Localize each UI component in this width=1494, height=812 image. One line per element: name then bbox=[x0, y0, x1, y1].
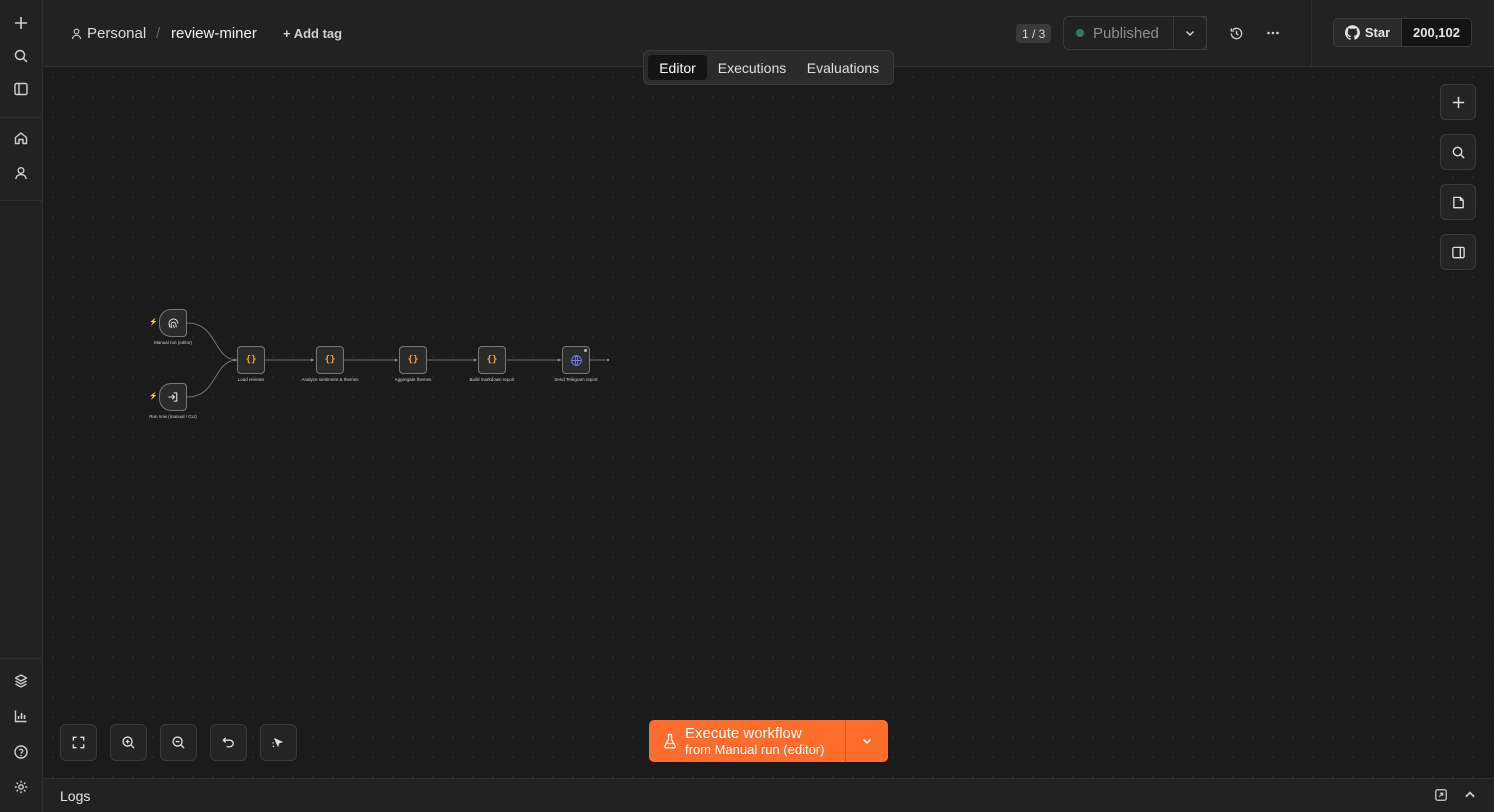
search-icon[interactable] bbox=[8, 43, 34, 69]
node-send-telegram-report[interactable] bbox=[562, 346, 590, 374]
user-icon bbox=[71, 28, 82, 40]
divider bbox=[0, 658, 42, 659]
fingerprint-icon bbox=[167, 317, 180, 330]
status-dot-icon bbox=[1076, 29, 1084, 37]
execute-from-label: from Manual run (editor) bbox=[685, 742, 824, 758]
fullscreen-icon bbox=[71, 735, 86, 750]
toggle-panel-button[interactable] bbox=[1440, 234, 1476, 270]
add-icon[interactable] bbox=[8, 10, 34, 36]
execute-workflow-main[interactable]: Execute workflow from Manual run (editor… bbox=[649, 720, 846, 762]
divider bbox=[0, 200, 42, 201]
arrow-head bbox=[558, 358, 561, 362]
zoom-in-button[interactable] bbox=[110, 724, 147, 761]
github-star-label: Star bbox=[1364, 25, 1391, 40]
node-label: Run now (manual / CLI) bbox=[149, 414, 197, 419]
tab-evaluations[interactable]: Evaluations bbox=[797, 55, 889, 80]
code-braces-icon: {} bbox=[486, 355, 498, 365]
workflow-canvas[interactable]: ⚡ ⚡ Manual run (editor) Run now (manual … bbox=[43, 67, 1494, 778]
node-label: Load reviews bbox=[237, 377, 265, 382]
node-badge-icon bbox=[584, 349, 587, 352]
more-options-icon[interactable] bbox=[1262, 22, 1284, 44]
node-label: Manual run (editor) bbox=[153, 340, 193, 345]
code-braces-icon: {} bbox=[407, 355, 419, 365]
node-load-reviews[interactable]: {} bbox=[237, 346, 265, 374]
node-connections bbox=[186, 322, 610, 398]
undo-icon bbox=[221, 735, 236, 750]
node-aggregate-themes[interactable]: {} bbox=[399, 346, 427, 374]
execute-workflow-button[interactable]: Execute workflow from Manual run (editor… bbox=[649, 720, 888, 762]
templates-icon[interactable] bbox=[8, 668, 34, 694]
zoom-out-icon bbox=[171, 735, 186, 750]
left-sidebar bbox=[0, 0, 43, 812]
sticky-note-icon bbox=[1451, 195, 1466, 210]
history-icon[interactable] bbox=[1225, 22, 1247, 44]
node-build-markdown-report[interactable]: {} bbox=[478, 346, 506, 374]
tab-executions[interactable]: Executions bbox=[711, 55, 793, 80]
node-manual-run-editor[interactable] bbox=[159, 309, 187, 337]
github-star-count: 200,102 bbox=[1402, 19, 1471, 46]
fit-view-button[interactable] bbox=[60, 724, 97, 761]
chevron-up-icon[interactable] bbox=[1463, 788, 1479, 804]
insights-chart-icon[interactable] bbox=[8, 703, 34, 729]
logs-panel[interactable]: Logs bbox=[43, 778, 1494, 812]
chevron-down-icon bbox=[1184, 27, 1196, 39]
publish-dropdown-button[interactable] bbox=[1173, 16, 1207, 50]
node-label: Analyze sentiment & themes bbox=[301, 377, 359, 382]
undo-button[interactable] bbox=[210, 724, 247, 761]
globe-icon bbox=[570, 354, 583, 367]
code-braces-icon: {} bbox=[245, 355, 257, 365]
wand-icon bbox=[271, 735, 286, 750]
node-label: Build markdown report bbox=[469, 377, 515, 382]
search-icon bbox=[1451, 145, 1466, 160]
search-nodes-button[interactable] bbox=[1440, 134, 1476, 170]
breadcrumb-project[interactable]: Personal bbox=[71, 0, 146, 67]
divider bbox=[0, 117, 42, 118]
add-sticky-note-button[interactable] bbox=[1440, 184, 1476, 220]
pop-out-icon[interactable] bbox=[1434, 788, 1450, 804]
arrow-head bbox=[395, 358, 398, 362]
toggle-sidebar-icon[interactable] bbox=[8, 76, 34, 102]
arrow-head bbox=[474, 358, 477, 362]
chevron-down-icon bbox=[861, 735, 873, 747]
node-label: Send Telegram report bbox=[554, 377, 598, 382]
publish-status-label: Published bbox=[1093, 24, 1159, 42]
code-braces-icon: {} bbox=[324, 355, 336, 365]
node-analyze-sentiment[interactable]: {} bbox=[316, 346, 344, 374]
trigger-bolt-icon: ⚡ bbox=[149, 393, 158, 400]
tab-editor[interactable]: Editor bbox=[648, 55, 707, 80]
node-run-now-cli[interactable] bbox=[159, 383, 187, 411]
tidy-up-button[interactable] bbox=[260, 724, 297, 761]
execute-from-node: Manual run (editor) bbox=[714, 741, 825, 757]
execute-workflow-label: Execute workflow bbox=[685, 724, 802, 742]
add-icon bbox=[1451, 95, 1466, 110]
execute-from-prefix: from bbox=[685, 741, 711, 757]
add-tag-button[interactable]: + Add tag bbox=[283, 0, 342, 67]
version-count-badge: 1 / 3 bbox=[1016, 24, 1052, 43]
project-name: Personal bbox=[87, 25, 147, 42]
sign-in-icon bbox=[167, 391, 179, 403]
panel-right-icon bbox=[1451, 245, 1466, 260]
execute-dropdown-button[interactable] bbox=[846, 720, 888, 762]
logs-label: Logs bbox=[60, 787, 91, 804]
divider bbox=[1311, 0, 1312, 67]
help-icon[interactable] bbox=[8, 739, 34, 765]
zoom-in-icon bbox=[121, 735, 136, 750]
user-icon[interactable] bbox=[8, 160, 34, 186]
zoom-out-button[interactable] bbox=[160, 724, 197, 761]
node-label: Aggregate themes bbox=[394, 377, 432, 382]
add-node-button[interactable] bbox=[1440, 84, 1476, 120]
arrow-head bbox=[311, 358, 314, 362]
settings-gear-icon[interactable] bbox=[8, 774, 34, 800]
github-icon bbox=[1344, 25, 1360, 40]
breadcrumb-separator: / bbox=[156, 25, 161, 42]
github-star-label-group[interactable]: Star bbox=[1334, 19, 1402, 46]
github-star-button[interactable]: Star 200,102 bbox=[1333, 18, 1472, 47]
trigger-bolt-icon: ⚡ bbox=[149, 319, 158, 326]
workflow-name[interactable]: review-miner bbox=[171, 0, 257, 67]
flask-icon bbox=[663, 733, 677, 749]
home-icon[interactable] bbox=[8, 125, 34, 151]
view-tabs: Editor Executions Evaluations bbox=[643, 50, 894, 85]
output-handle[interactable] bbox=[606, 358, 610, 362]
